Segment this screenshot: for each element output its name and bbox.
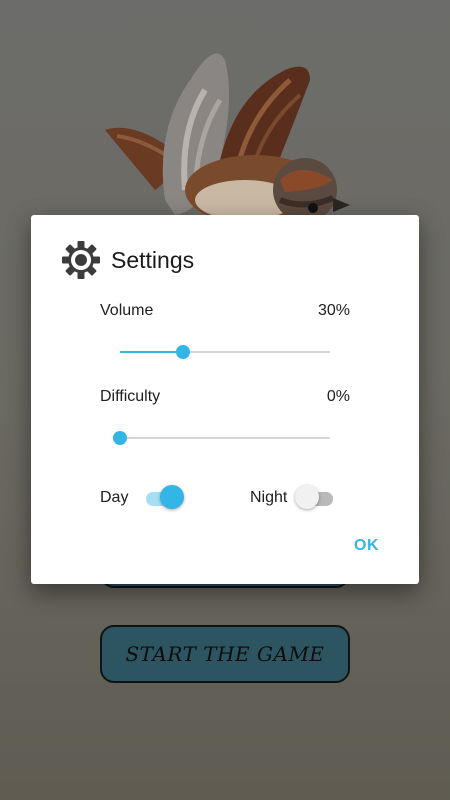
volume-slider-thumb[interactable] bbox=[176, 345, 190, 359]
volume-label: Volume bbox=[100, 302, 154, 319]
day-switch[interactable] bbox=[142, 484, 184, 510]
start-game-label: START THE GAME bbox=[125, 642, 325, 666]
night-switch[interactable] bbox=[295, 484, 337, 510]
difficulty-value: 0% bbox=[326, 388, 350, 405]
difficulty-slider[interactable] bbox=[113, 428, 330, 448]
settings-dialog: Settings Volume 30% Difficulty 0% Day Ni… bbox=[31, 215, 419, 584]
night-switch-knob bbox=[295, 485, 319, 509]
difficulty-slider-track bbox=[120, 437, 330, 439]
volume-value: 30% bbox=[317, 302, 350, 319]
difficulty-slider-thumb[interactable] bbox=[113, 431, 127, 445]
day-switch-knob bbox=[160, 485, 184, 509]
sparrow-illustration bbox=[105, 53, 350, 225]
volume-slider[interactable] bbox=[120, 342, 330, 362]
day-label: Day bbox=[100, 489, 129, 506]
night-label: Night bbox=[250, 489, 288, 506]
ok-button[interactable]: OK bbox=[354, 537, 379, 555]
volume-slider-fill bbox=[120, 351, 183, 353]
dialog-title: Settings bbox=[111, 246, 195, 273]
difficulty-label: Difficulty bbox=[100, 388, 161, 405]
gear-icon bbox=[62, 241, 100, 279]
start-game-button[interactable]: START THE GAME bbox=[100, 625, 350, 683]
dialog-header: Settings bbox=[61, 240, 194, 280]
